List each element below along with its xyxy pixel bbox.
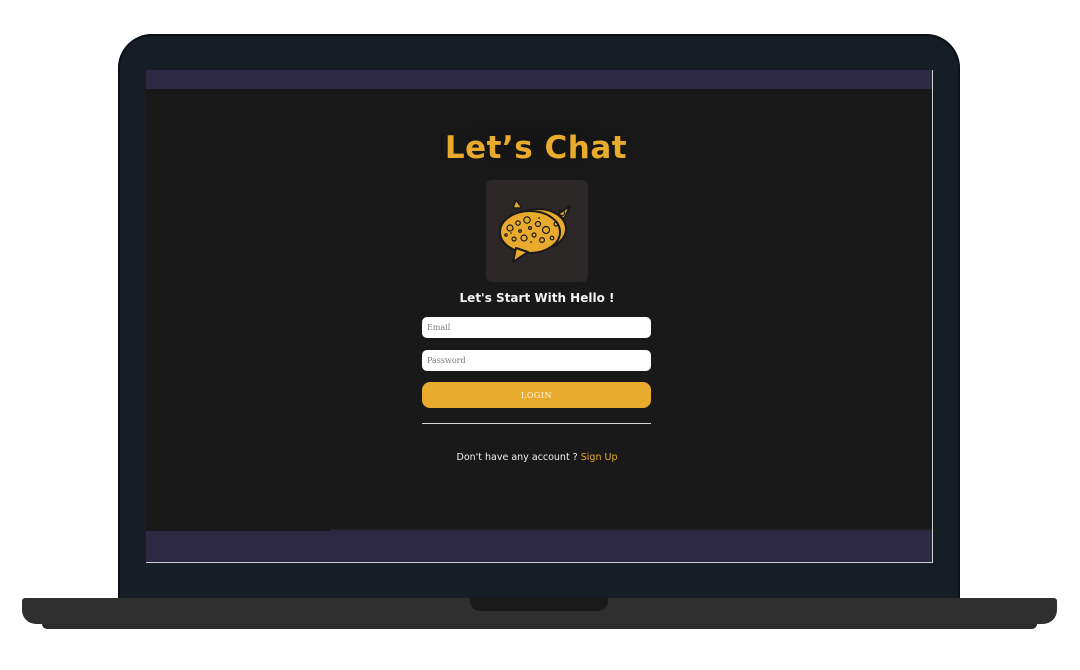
laptop-screen: Let’s Chat Let's Start With Hello ! Emai… <box>146 70 933 563</box>
signup-prompt-text: Don't have any account ? <box>456 452 581 463</box>
login-button[interactable]: LOGIN <box>422 382 651 408</box>
welcome-subtitle: Let's Start With Hello ! <box>459 291 615 305</box>
app-title: Let’s Chat <box>444 130 628 166</box>
laptop-notch <box>470 598 608 611</box>
form-divider <box>422 423 651 424</box>
email-input[interactable] <box>422 317 651 338</box>
password-input[interactable] <box>422 350 651 371</box>
laptop-base-edge <box>42 624 1037 629</box>
screen-bottom-strip <box>146 531 932 562</box>
app-logo <box>486 180 588 282</box>
screen-top-strip <box>146 70 932 89</box>
signup-link[interactable]: Sign Up <box>581 452 618 463</box>
chat-bubbles-icon <box>499 199 571 263</box>
signup-prompt: Don't have any account ? Sign Up <box>386 452 688 463</box>
